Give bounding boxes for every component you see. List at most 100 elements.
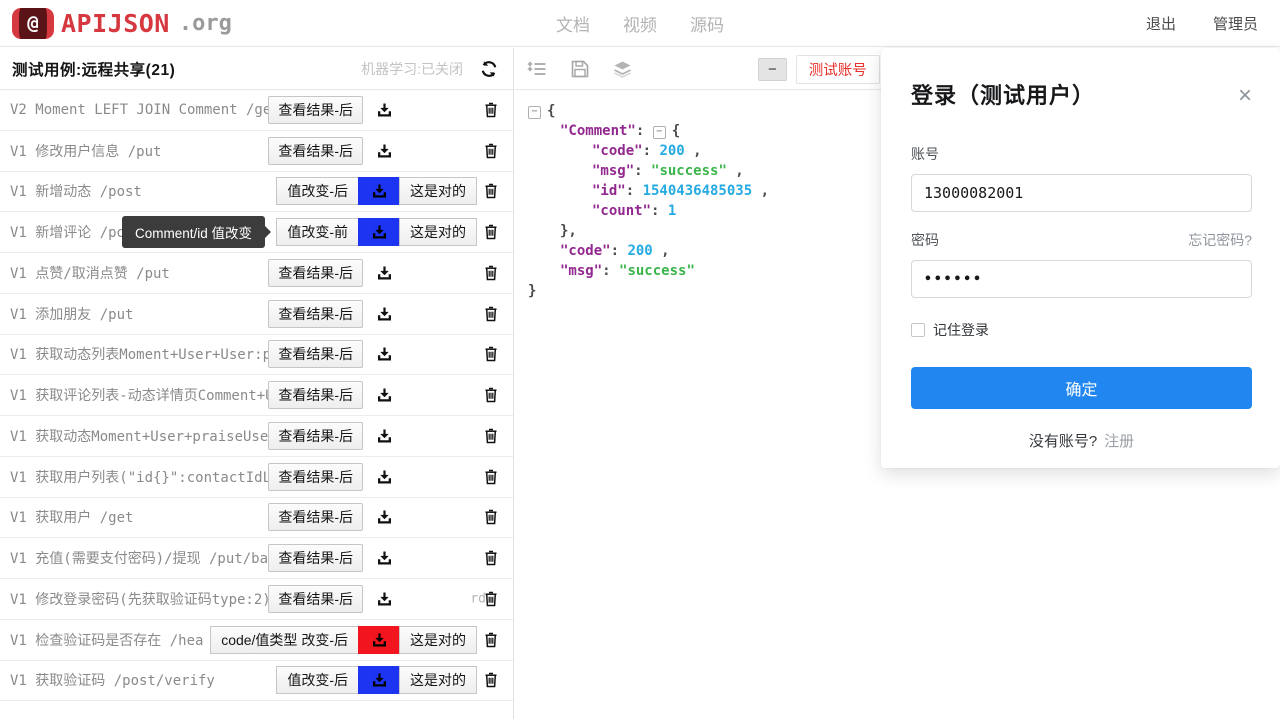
view-result-button[interactable]: 查看结果-后 xyxy=(268,503,363,531)
test-case-label: V1 获取验证码 /post/verify xyxy=(10,670,276,690)
layers-icon[interactable] xyxy=(612,59,633,79)
download-button[interactable] xyxy=(358,666,400,694)
json-token-key: "id" xyxy=(592,183,626,199)
download-button[interactable] xyxy=(358,218,400,246)
download-icon[interactable] xyxy=(376,469,393,485)
compare-button-group: 值改变-前 这是对的 xyxy=(276,218,477,246)
view-result-button[interactable]: 查看结果-后 xyxy=(268,463,363,491)
mark-correct-button[interactable]: 这是对的 xyxy=(399,218,477,246)
test-case-label: V1 获取用户 /get xyxy=(10,507,268,527)
view-result-button[interactable]: 查看结果-后 xyxy=(268,381,363,409)
view-result-button[interactable]: 查看结果-后 xyxy=(268,300,363,328)
download-icon[interactable] xyxy=(376,102,393,118)
test-case-row[interactable]: V1 检查验证码是否存在 /hea code/值类型 改变-后 这是对的 xyxy=(0,620,513,661)
trash-icon[interactable] xyxy=(483,264,499,281)
nav-link[interactable]: 源码 xyxy=(690,11,724,36)
test-case-row[interactable]: V1 获取用户 /get查看结果-后 xyxy=(0,498,513,539)
test-case-row[interactable]: V1 获取动态Moment+User+praiseUse查看结果-后 xyxy=(0,416,513,457)
view-result-button[interactable]: 查看结果-后 xyxy=(268,340,363,368)
json-token-punc: : xyxy=(636,123,653,139)
trash-icon[interactable] xyxy=(483,346,499,363)
trash-icon[interactable] xyxy=(483,509,499,526)
view-result-button[interactable]: 查看结果-后 xyxy=(268,544,363,572)
collapse-toggle-icon[interactable]: − xyxy=(528,106,541,119)
account-input[interactable]: 13000082001 xyxy=(911,174,1252,212)
trash-icon[interactable] xyxy=(483,142,499,159)
download-icon[interactable] xyxy=(376,550,393,566)
trash-icon[interactable] xyxy=(483,590,499,607)
test-case-row[interactable]: V1 获取动态列表Moment+User+User:p查看结果-后 xyxy=(0,335,513,376)
compare-button-group: 值改变-后 这是对的 xyxy=(276,666,477,694)
trash-icon[interactable] xyxy=(483,387,499,404)
diff-result-button[interactable]: 值改变-后 xyxy=(276,177,359,205)
test-case-row[interactable]: V1 获取用户列表("id{}":contactIdL查看结果-后 xyxy=(0,457,513,498)
view-result-button[interactable]: 查看结果-后 xyxy=(268,259,363,287)
test-case-row[interactable]: V1 修改用户信息 /put查看结果-后 xyxy=(0,131,513,172)
refresh-icon[interactable] xyxy=(479,59,499,79)
mark-correct-button[interactable]: 这是对的 xyxy=(399,666,477,694)
diff-result-button[interactable]: 值改变-后 xyxy=(276,666,359,694)
view-result-button[interactable]: 查看结果-后 xyxy=(268,585,363,613)
view-result-button[interactable]: 查看结果-后 xyxy=(268,422,363,450)
trash-icon[interactable] xyxy=(483,468,499,485)
test-account-button[interactable]: 测试账号 xyxy=(796,55,880,84)
test-case-label: V1 获取评论列表-动态详情页Comment+U xyxy=(10,385,268,405)
test-case-label: V2 Moment LEFT JOIN Comment /ge xyxy=(10,102,268,118)
add-list-icon[interactable] xyxy=(527,59,548,79)
download-icon[interactable] xyxy=(376,591,393,607)
test-case-row[interactable]: V1 新增评论 /post 值改变-前 这是对的 Comment/id 值改变 xyxy=(0,212,513,253)
close-icon[interactable]: × xyxy=(1238,84,1252,108)
download-icon[interactable] xyxy=(376,509,393,525)
mark-correct-button[interactable]: 这是对的 xyxy=(399,177,477,205)
download-button[interactable] xyxy=(358,177,400,205)
trash-icon[interactable] xyxy=(483,224,499,241)
collapse-button[interactable]: − xyxy=(758,58,787,81)
test-case-panel-title: 测试用例:远程共享(21) xyxy=(12,58,175,80)
json-token-key: "code" xyxy=(592,143,643,159)
diff-result-button[interactable]: 值改变-前 xyxy=(276,218,359,246)
download-icon[interactable] xyxy=(376,306,393,322)
download-icon[interactable] xyxy=(376,265,393,281)
nav-link-right[interactable]: 管理员 xyxy=(1213,13,1258,34)
nav-link[interactable]: 视频 xyxy=(623,11,657,36)
json-token-punc: : xyxy=(643,143,660,159)
apijson-logo[interactable]: @ APIJSON .org xyxy=(12,8,232,39)
test-case-row[interactable]: V1 修改登录密码(先获取验证码type:2)查看结果-后 rd xyxy=(0,579,513,620)
mark-correct-button[interactable]: 这是对的 xyxy=(399,626,477,654)
test-case-row[interactable]: V1 点赞/取消点赞 /put查看结果-后 xyxy=(0,253,513,294)
test-case-row[interactable]: V1 获取评论列表-动态详情页Comment+U查看结果-后 xyxy=(0,375,513,416)
save-icon[interactable] xyxy=(570,59,590,79)
download-button[interactable] xyxy=(358,626,400,654)
login-modal: 登录（测试用户） × 账号 13000082001 密码 忘记密码? •••••… xyxy=(881,48,1280,468)
nav-link[interactable]: 文档 xyxy=(556,11,590,36)
trash-icon[interactable] xyxy=(483,631,499,648)
trash-icon[interactable] xyxy=(483,183,499,200)
collapse-toggle-icon[interactable]: − xyxy=(653,126,666,139)
test-case-label: V1 充值(需要支付密码)/提现 /put/ba xyxy=(10,548,268,568)
login-modal-title: 登录（测试用户） xyxy=(911,78,1252,110)
trash-icon[interactable] xyxy=(483,101,499,118)
trash-icon[interactable] xyxy=(483,427,499,444)
trash-icon[interactable] xyxy=(483,550,499,567)
test-case-row[interactable]: V1 获取验证码 /post/verify 值改变-后 这是对的 xyxy=(0,661,513,702)
trash-icon[interactable] xyxy=(483,305,499,322)
test-case-row[interactable]: V1 添加朋友 /put查看结果-后 xyxy=(0,294,513,335)
trash-icon[interactable] xyxy=(483,672,499,689)
download-icon[interactable] xyxy=(376,143,393,159)
password-input[interactable]: •••••• xyxy=(911,260,1252,298)
password-label: 密码 xyxy=(911,230,939,250)
register-link[interactable]: 注册 xyxy=(1104,433,1134,450)
download-icon[interactable] xyxy=(376,346,393,362)
remember-login-checkbox[interactable] xyxy=(911,323,925,337)
view-result-button[interactable]: 查看结果-后 xyxy=(268,96,363,124)
confirm-button[interactable]: 确定 xyxy=(911,367,1252,409)
test-case-row[interactable]: V1 新增动态 /post 值改变-后 这是对的 xyxy=(0,172,513,213)
download-icon[interactable] xyxy=(376,387,393,403)
diff-result-button[interactable]: code/值类型 改变-后 xyxy=(210,626,359,654)
test-case-row[interactable]: V1 充值(需要支付密码)/提现 /put/ba查看结果-后 xyxy=(0,538,513,579)
test-case-row[interactable]: V2 Moment LEFT JOIN Comment /ge查看结果-后 xyxy=(0,90,513,131)
view-result-button[interactable]: 查看结果-后 xyxy=(268,137,363,165)
forgot-password-link[interactable]: 忘记密码? xyxy=(1188,230,1252,250)
download-icon[interactable] xyxy=(376,428,393,444)
nav-link-right[interactable]: 退出 xyxy=(1146,13,1176,34)
